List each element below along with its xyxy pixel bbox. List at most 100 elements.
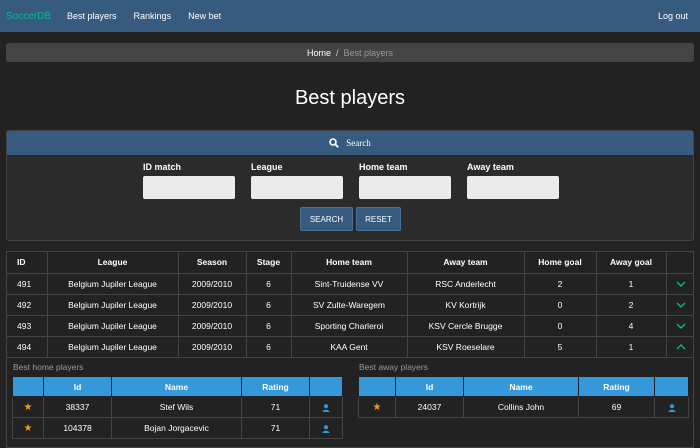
- cell-player-rating: 71: [241, 396, 310, 418]
- search-panel-header: Search: [7, 131, 693, 155]
- home-team-label: Home team: [359, 162, 408, 172]
- search-icon: [329, 138, 340, 148]
- cell-home-team: KAA Gent: [291, 336, 408, 358]
- table-row[interactable]: 491 Belgium Jupiler League 2009/2010 6 S…: [7, 273, 693, 295]
- table-row: ★ 38337 Stef Wils 71: [12, 396, 343, 418]
- breadcrumb-home[interactable]: Home: [307, 48, 331, 58]
- cell-away-goal: 1: [596, 336, 667, 358]
- cell-league: Belgium Jupiler League: [47, 336, 179, 358]
- chevron-up-icon[interactable]: [666, 336, 693, 358]
- navbar: SoccerDB Best players Rankings New bet L…: [0, 0, 700, 32]
- best-away-table: Id Name Rating ★ 24037 Collins John 69: [358, 376, 689, 418]
- cell-season: 2009/2010: [178, 336, 247, 358]
- table-row[interactable]: 493 Belgium Jupiler League 2009/2010 6 S…: [7, 315, 693, 337]
- cell-away-goal: 4: [596, 315, 667, 337]
- cell-season: 2009/2010: [178, 273, 247, 295]
- col-stage: Stage: [246, 252, 292, 274]
- reset-button[interactable]: RESET: [356, 207, 401, 231]
- chevron-down-icon[interactable]: [666, 315, 693, 337]
- best-away-title: Best away players: [359, 361, 428, 372]
- home-team-input[interactable]: [359, 176, 451, 199]
- id-match-field: ID match: [143, 162, 235, 199]
- cell-stage: 6: [246, 315, 292, 337]
- matches-table-wrapper: ID League Season Stage Home team Away te…: [6, 251, 694, 448]
- cell-league: Belgium Jupiler League: [47, 315, 179, 337]
- col-away-goal: Away goal: [596, 252, 667, 274]
- logout-link[interactable]: Log out: [658, 11, 688, 21]
- user-icon[interactable]: [309, 396, 343, 418]
- col-star: [12, 376, 44, 397]
- breadcrumb-current: Best players: [343, 47, 394, 58]
- chevron-down-icon[interactable]: [666, 294, 693, 316]
- cell-stage: 6: [246, 294, 292, 316]
- best-home-table: Id Name Rating ★ 38337 Stef Wils 71 ★ 10…: [12, 376, 343, 439]
- cell-away-team: KV Kortrijk: [407, 294, 525, 316]
- best-home-header-row: Id Name Rating: [12, 376, 343, 397]
- breadcrumb: Home / Best players: [6, 43, 694, 62]
- col-home-goal: Home goal: [524, 252, 597, 274]
- cell-home-team: SV Zulte-Waregem: [291, 294, 408, 316]
- page-title: Best players: [294, 87, 406, 109]
- league-input[interactable]: [251, 176, 343, 199]
- col-profile: [654, 376, 689, 397]
- cell-player-rating: 71: [241, 417, 310, 439]
- cell-away-team: RSC Anderlecht: [407, 273, 525, 295]
- star-icon: ★: [358, 396, 396, 418]
- cell-away-goal: 1: [596, 273, 667, 295]
- cell-home-goal: 2: [524, 273, 597, 295]
- best-away-header-row: Id Name Rating: [358, 376, 689, 397]
- cell-player-rating: 69: [578, 396, 655, 418]
- cell-stage: 6: [246, 273, 292, 295]
- cell-id: 494: [7, 336, 48, 358]
- cell-league: Belgium Jupiler League: [47, 294, 179, 316]
- table-row[interactable]: 492 Belgium Jupiler League 2009/2010 6 S…: [7, 294, 693, 316]
- matches-header-row: ID League Season Stage Home team Away te…: [7, 252, 693, 274]
- chevron-down-icon[interactable]: [666, 273, 693, 295]
- cell-player-id: 38337: [43, 396, 112, 418]
- col-rating: Rating: [241, 376, 310, 397]
- brand-logo[interactable]: SoccerDB: [6, 11, 51, 22]
- cell-home-team: Sint-Truidense VV: [291, 273, 408, 295]
- table-row: ★ 104378 Bojan Jorgacevic 71: [12, 417, 343, 439]
- away-team-field: Away team: [467, 162, 559, 199]
- star-icon: ★: [12, 417, 44, 439]
- col-profile: [309, 376, 343, 397]
- cell-stage: 6: [246, 336, 292, 358]
- col-expand: [666, 252, 693, 274]
- nav-new-bet[interactable]: New bet: [188, 11, 221, 21]
- cell-away-team: KSV Roeselare: [407, 336, 525, 358]
- away-team-label: Away team: [467, 162, 514, 172]
- cell-player-id: 104378: [43, 417, 112, 439]
- league-field: League: [251, 162, 343, 199]
- cell-player-id: 24037: [395, 396, 464, 418]
- star-icon: ★: [12, 396, 44, 418]
- cell-home-goal: 5: [524, 336, 597, 358]
- col-away-team: Away team: [407, 252, 525, 274]
- league-label: League: [251, 162, 283, 172]
- best-away-players: Best away players Id Name Rating ★ 24037…: [358, 357, 689, 418]
- breadcrumb-separator: /: [335, 47, 339, 58]
- away-team-input[interactable]: [467, 176, 559, 199]
- best-home-title: Best home players: [13, 361, 84, 372]
- cell-id: 492: [7, 294, 48, 316]
- table-row: ★ 24037 Collins John 69: [358, 396, 689, 418]
- user-icon[interactable]: [309, 417, 343, 439]
- cell-id: 491: [7, 273, 48, 295]
- cell-away-goal: 2: [596, 294, 667, 316]
- col-id: Id: [395, 376, 464, 397]
- match-detail-panel: Best home players Id Name Rating ★ 38337…: [7, 357, 693, 447]
- search-button[interactable]: SEARCH: [300, 207, 353, 231]
- nav-rankings[interactable]: Rankings: [134, 11, 172, 21]
- col-id: ID: [7, 252, 48, 274]
- id-match-input[interactable]: [143, 176, 235, 199]
- user-icon[interactable]: [654, 396, 689, 418]
- nav-best-players[interactable]: Best players: [67, 11, 117, 21]
- cell-away-team: KSV Cercle Brugge: [407, 315, 525, 337]
- table-row[interactable]: 494 Belgium Jupiler League 2009/2010 6 K…: [7, 336, 693, 358]
- cell-player-name: Stef Wils: [111, 396, 242, 418]
- col-id: Id: [43, 376, 112, 397]
- cell-home-goal: 0: [524, 294, 597, 316]
- home-team-field: Home team: [359, 162, 451, 199]
- col-star: [358, 376, 396, 397]
- matches-table: ID League Season Stage Home team Away te…: [7, 252, 693, 358]
